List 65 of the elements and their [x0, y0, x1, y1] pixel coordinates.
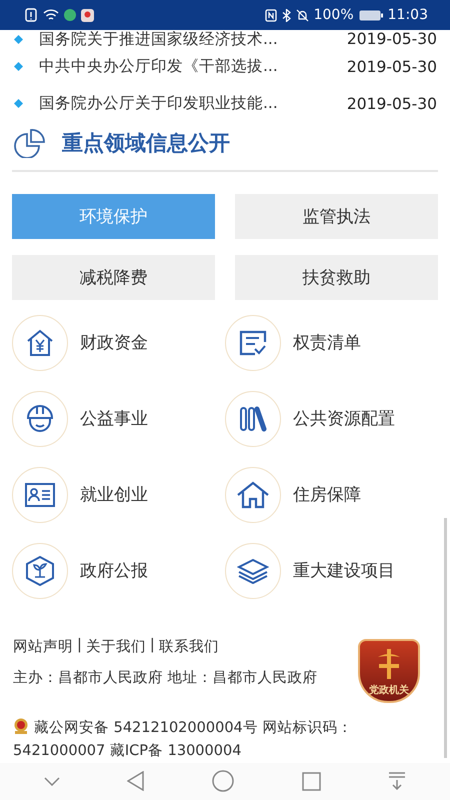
home-icon[interactable] — [212, 770, 234, 792]
bullet-icon — [14, 34, 23, 44]
category-icon-circle[interactable] — [12, 390, 68, 447]
category-label[interactable]: 财政资金 — [80, 331, 148, 354]
category-icon-circle[interactable] — [225, 542, 281, 599]
bullet-icon — [14, 99, 23, 108]
house-yen-icon — [25, 328, 55, 357]
police-emblem-icon — [13, 718, 29, 734]
news-item[interactable]: 国务院关于推进国家级经济技术... 2019-05-30 — [0, 30, 450, 48]
helmet-person-icon — [25, 402, 55, 435]
chevron-down-icon[interactable] — [44, 776, 60, 786]
app-icon — [64, 9, 76, 21]
map-app-icon — [81, 8, 94, 22]
battery-icon — [358, 10, 383, 20]
host-info: 主办：昌都市人民政府 地址：昌都市人民政府 — [13, 668, 319, 688]
category-icon-circle[interactable] — [225, 314, 281, 371]
news-title: 国务院关于推进国家级经济技术... — [39, 28, 279, 50]
category-icon-circle[interactable] — [12, 466, 68, 523]
separator: | — [77, 636, 82, 655]
category-label[interactable]: 权责清单 — [293, 331, 361, 354]
section-title: 重点领域信息公开 — [62, 130, 230, 157]
hexagon-sprout-icon — [24, 554, 56, 587]
badge-text: 党政机关 — [369, 684, 409, 697]
news-item[interactable]: 国务院办公厅关于印发职业技能... 2019-05-30 — [0, 85, 450, 122]
pull-down-icon[interactable] — [388, 772, 406, 790]
books-icon — [239, 406, 267, 432]
category-label[interactable]: 住房保障 — [293, 483, 361, 506]
category-icon-circle[interactable] — [225, 466, 281, 523]
battery-percent: 100% — [314, 7, 354, 23]
category-icon-circle[interactable] — [225, 390, 281, 447]
category-label[interactable]: 公共资源配置 — [293, 407, 395, 430]
category-icon-circle[interactable] — [12, 542, 68, 599]
news-title: 中共中央办公厅印发《干部选拔... — [39, 56, 279, 77]
house-icon — [236, 480, 270, 509]
mute-icon — [296, 8, 309, 22]
footer-link[interactable]: 联系我们 — [158, 636, 219, 656]
news-date: 2019-05-30 — [346, 30, 437, 48]
clock: 11:03 — [388, 7, 428, 23]
category-label[interactable]: 重大建设项目 — [293, 559, 395, 582]
record-info: 藏公网安备 54212102000004号 网站标识码：5421000007 藏ICP备 13000004 — [12, 716, 354, 761]
id-card-icon — [25, 482, 55, 507]
category-label[interactable]: 就业创业 — [80, 483, 148, 506]
layers-icon — [237, 558, 269, 584]
footer-link[interactable]: 关于我们 — [86, 636, 146, 656]
news-item[interactable]: 中共中央办公厅印发《干部选拔... 2019-05-30 — [0, 48, 450, 85]
news-date: 2019-05-30 — [346, 58, 437, 76]
category-label[interactable]: 公益事业 — [80, 407, 148, 430]
alert-icon — [24, 8, 38, 22]
category-tab[interactable]: 扶贫救助 — [235, 254, 438, 300]
wifi-icon — [43, 8, 59, 22]
category-tab[interactable]: 减税降费 — [12, 254, 215, 300]
category-tab[interactable]: 监管执法 — [235, 194, 438, 239]
category-icon-circle[interactable] — [12, 314, 68, 371]
recents-icon[interactable] — [302, 772, 321, 791]
checklist-icon — [239, 330, 267, 356]
bullet-icon — [14, 62, 23, 71]
bluetooth-icon — [282, 8, 291, 22]
back-icon[interactable] — [127, 771, 146, 792]
footer-link[interactable]: 网站声明 — [13, 636, 73, 656]
separator: | — [150, 636, 155, 655]
news-title: 国务院办公厅关于印发职业技能... — [39, 93, 279, 114]
pie-chart-icon — [12, 128, 48, 158]
nfc-icon — [264, 8, 277, 22]
news-date: 2019-05-30 — [346, 94, 437, 112]
category-label[interactable]: 政府公报 — [80, 559, 148, 582]
